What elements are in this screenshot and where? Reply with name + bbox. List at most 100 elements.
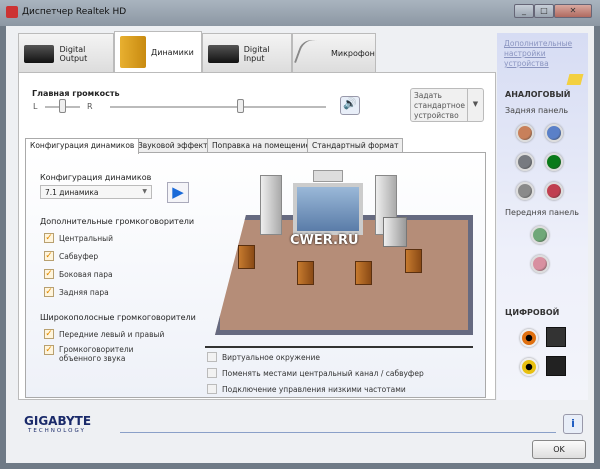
volume-slider[interactable] xyxy=(110,106,326,108)
side-left-speaker xyxy=(238,245,255,269)
digital-heading: ЦИФРОВОЙ xyxy=(505,308,560,317)
checkbox-side-pair[interactable]: ✓ Боковая пара xyxy=(44,269,113,279)
checkbox-subwoofer[interactable]: ✓ Сабвуфер xyxy=(44,251,113,261)
checkbox-swap-center-sub[interactable]: Поменять местами центральный канал / саб… xyxy=(207,368,424,378)
checkmark-icon: ✓ xyxy=(44,287,54,297)
maximize-button[interactable]: □ xyxy=(534,4,554,18)
checkbox-box xyxy=(207,384,217,394)
checkbox-virtual-surround[interactable]: Виртуальное окружение xyxy=(207,352,424,362)
subwoofer xyxy=(383,217,407,247)
audio-jack[interactable] xyxy=(516,124,534,142)
audio-jack[interactable] xyxy=(516,153,534,171)
speaker-config-select[interactable]: 7.1 динамика ▼ xyxy=(40,185,152,199)
subtab-sound-effect[interactable]: Звуковой эффект xyxy=(133,138,213,153)
digital-device-icon xyxy=(208,44,239,63)
checkbox-center[interactable]: ✓ Центральный xyxy=(44,233,113,243)
coaxial-out-jack[interactable] xyxy=(520,329,538,347)
gigabyte-logo-sub: TECHNOLOGY xyxy=(28,428,86,434)
tab-digital-input[interactable]: Digital Input xyxy=(202,33,292,73)
front-left-speaker xyxy=(260,175,282,235)
subtab-speaker-config[interactable]: Конфигурация динамиков xyxy=(25,138,140,154)
speakers-icon xyxy=(120,36,146,68)
info-icon: i xyxy=(571,417,575,430)
footer-line xyxy=(120,432,556,433)
checkmark-icon: ✓ xyxy=(44,233,54,243)
checkbox-label: Задняя пара xyxy=(59,287,109,297)
checkbox-box xyxy=(207,352,217,362)
rear-right-speaker xyxy=(355,261,372,285)
audio-jack[interactable] xyxy=(516,182,534,200)
close-button[interactable]: ✕ xyxy=(554,4,592,18)
checkbox-label: Боковая пара xyxy=(59,269,113,279)
tab-label: Digital Input xyxy=(243,44,270,63)
analog-heading: АНАЛОГОВЫЙ xyxy=(505,90,571,99)
checkmark-icon: ✓ xyxy=(44,345,54,355)
tv-icon xyxy=(293,183,363,235)
tab-label: Микрофон xyxy=(331,49,375,58)
volume-label: Главная громкость xyxy=(32,89,120,98)
checkmark-icon: ✓ xyxy=(44,269,54,279)
checkbox-bass-management[interactable]: Подключение управления низкими частотами xyxy=(207,384,424,394)
info-button[interactable]: i xyxy=(563,414,583,434)
mute-button[interactable]: 🔊 xyxy=(340,96,360,115)
checkmark-icon: ✓ xyxy=(44,329,54,339)
checkbox-label: Громкоговорители объенного звука xyxy=(59,345,134,363)
ok-button[interactable]: OK xyxy=(532,440,586,459)
folder-icon[interactable] xyxy=(566,74,584,85)
left-label: L xyxy=(33,102,38,111)
tab-digital-output[interactable]: Digital Output xyxy=(18,33,114,73)
checkbox-box xyxy=(207,368,217,378)
checkbox-label: Виртуальное окружение xyxy=(222,352,320,362)
checkbox-front-lr[interactable]: ✓ Передние левый и правый xyxy=(44,329,169,339)
center-speaker xyxy=(313,170,343,182)
chevron-down-icon: ▼ xyxy=(142,188,147,195)
audio-jack[interactable] xyxy=(531,255,549,273)
tab-microphone[interactable]: Микрофон xyxy=(292,33,376,73)
play-icon: ▶ xyxy=(172,183,184,201)
front-jacks xyxy=(531,226,549,273)
tab-label: Digital Output xyxy=(59,44,88,63)
audio-jack[interactable] xyxy=(531,226,549,244)
rear-panel-label: Задняя панель xyxy=(505,106,569,115)
rear-left-speaker xyxy=(297,261,314,285)
extra-speakers-list: ✓ Центральный ✓ Сабвуфер ✓ Боковая пара ✓ За… xyxy=(44,233,113,297)
minimize-button[interactable]: _ xyxy=(514,4,534,18)
checkbox-rear-pair[interactable]: ✓ Задняя пара xyxy=(44,287,113,297)
front-panel-label: Передняя панель xyxy=(505,208,579,217)
digital-device-icon xyxy=(24,44,55,63)
advanced-settings-link[interactable]: Дополнительные настройки устройства xyxy=(504,39,584,69)
coaxial-in-jack[interactable] xyxy=(520,358,538,376)
dropdown-arrow-icon[interactable]: ▼ xyxy=(467,89,483,121)
checkbox-surround[interactable]: ✓ Громкоговорители объенного звука xyxy=(44,345,169,363)
speaker-room-illustration: CWER.RU xyxy=(205,165,473,345)
right-label: R xyxy=(87,102,93,111)
optical-in-port[interactable] xyxy=(546,356,566,376)
audio-jack[interactable] xyxy=(545,124,563,142)
speaker-volume-icon: 🔊 xyxy=(343,97,357,110)
subtab-default-format[interactable]: Стандартный формат xyxy=(307,138,404,153)
extra-speakers-heading: Дополнительные громкоговорители xyxy=(40,217,195,226)
rear-jacks xyxy=(516,124,574,200)
optical-out-port[interactable] xyxy=(546,327,566,347)
window-title: Диспетчер Realtek HD xyxy=(22,7,127,17)
tab-speakers[interactable]: Динамики xyxy=(114,31,202,72)
balance-thumb[interactable] xyxy=(59,99,66,113)
select-value: 7.1 динамика xyxy=(45,188,99,197)
options-list: Виртуальное окружение Поменять местами ц… xyxy=(207,352,424,394)
divider xyxy=(205,346,473,348)
checkbox-label: Сабвуфер xyxy=(59,251,99,261)
volume-thumb[interactable] xyxy=(236,99,244,113)
subtab-room-correction[interactable]: Поправка на помещение xyxy=(207,138,316,153)
checkbox-label: Подключение управления низкими частотами xyxy=(222,384,406,394)
checkbox-label: Центральный xyxy=(59,233,113,243)
fullrange-heading: Широкополосные громкоговорители xyxy=(40,313,196,322)
play-test-button[interactable]: ▶ xyxy=(167,182,189,203)
side-right-speaker xyxy=(405,249,422,273)
audio-jack[interactable] xyxy=(545,182,563,200)
fullrange-list: ✓ Передние левый и правый ✓ Громкоговорите… xyxy=(44,329,169,363)
audio-jack[interactable] xyxy=(545,153,563,171)
set-default-device-button[interactable]: Задать стандартное устройство ▼ xyxy=(410,88,484,122)
gigabyte-logo: GIGABYTE xyxy=(24,414,92,428)
microphone-icon xyxy=(294,35,330,72)
config-label: Конфигурация динамиков xyxy=(40,173,152,182)
